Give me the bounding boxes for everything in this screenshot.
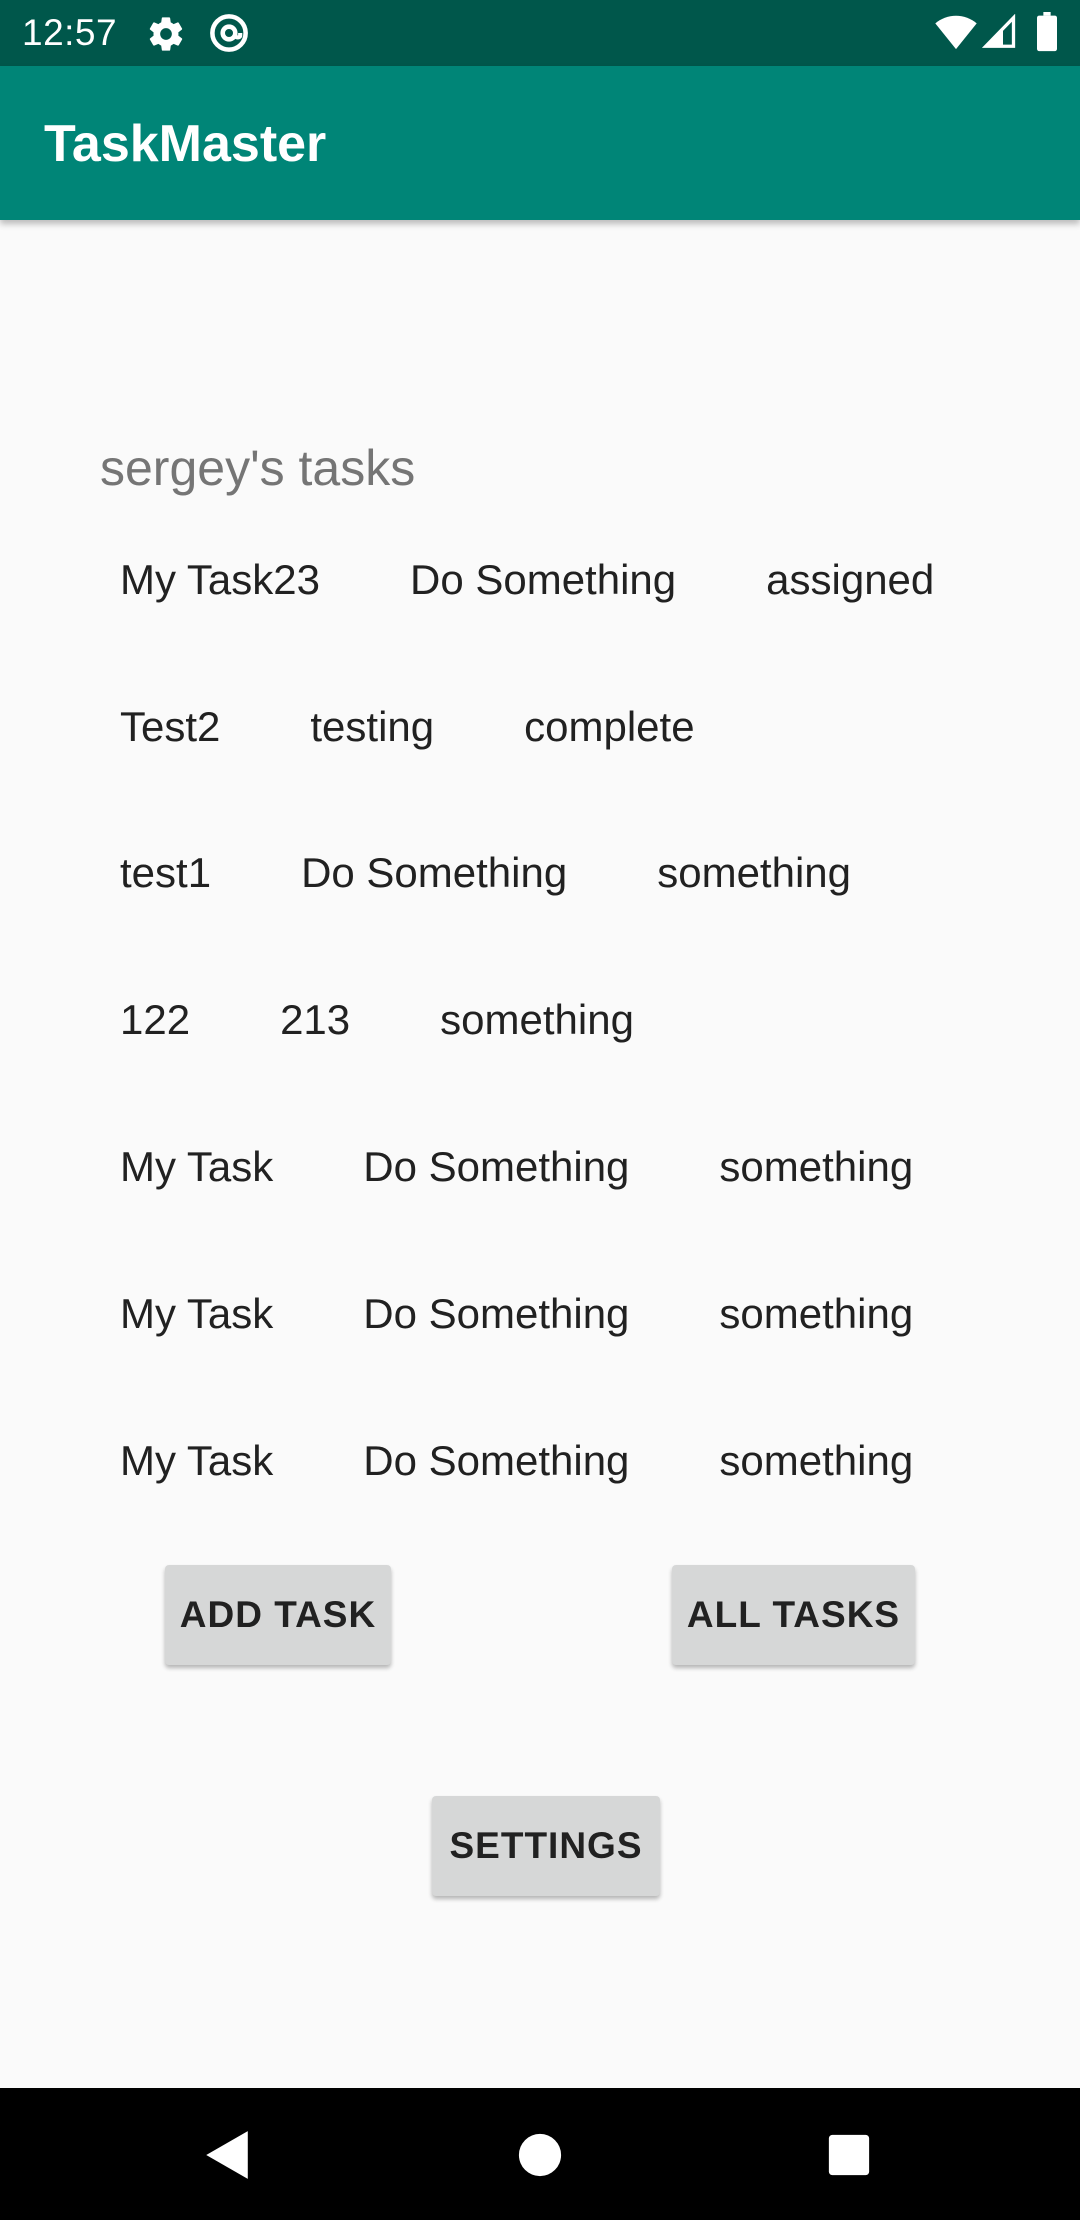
task-state: assigned: [766, 556, 935, 603]
task-row[interactable]: My Task Do Something something: [120, 1137, 913, 1197]
app-bar: TaskMaster: [0, 66, 1080, 220]
back-icon[interactable]: [202, 2128, 252, 2182]
gear-icon: [149, 17, 183, 51]
task-state: something: [719, 1143, 914, 1190]
task-state: something: [719, 1437, 914, 1484]
home-icon[interactable]: [518, 2133, 562, 2177]
wifi-icon: [935, 15, 977, 50]
recents-icon[interactable]: [828, 2134, 870, 2176]
task-body: Do Something: [363, 1437, 630, 1484]
user-tasks-heading: sergey's tasks: [100, 440, 416, 496]
task-title: test1: [120, 849, 212, 896]
task-state: something: [719, 1290, 914, 1337]
task-state: something: [440, 996, 634, 1043]
task-title: 122: [120, 996, 191, 1043]
task-row[interactable]: 122 213 something: [120, 990, 634, 1050]
at-sign-icon: [210, 14, 248, 52]
task-title: My Task23: [120, 556, 320, 603]
task-body: Do Something: [301, 849, 568, 896]
task-body: Do Something: [363, 1143, 630, 1190]
task-body: Do Something: [409, 556, 677, 603]
settings-button[interactable]: SETTINGS: [432, 1796, 660, 1896]
cell-signal-icon: [982, 14, 1016, 48]
task-title: My Task: [120, 1437, 274, 1484]
task-body: Do Something: [363, 1290, 630, 1337]
add-task-button[interactable]: ADD TASK: [165, 1565, 391, 1665]
task-title: Test2: [120, 703, 221, 750]
all-tasks-button[interactable]: ALL TASKS: [672, 1565, 915, 1665]
task-title: My Task: [120, 1143, 274, 1190]
task-state: something: [657, 849, 851, 896]
app-title: TaskMaster: [44, 115, 327, 173]
task-row[interactable]: My Task Do Something something: [120, 1284, 913, 1344]
task-row[interactable]: Test2 testing complete: [120, 697, 695, 757]
task-body: 213: [280, 996, 351, 1043]
battery-icon: [1037, 12, 1057, 52]
status-bar: 12:57: [0, 0, 1080, 66]
task-body: testing: [310, 703, 435, 750]
navigation-bar: [0, 2088, 1080, 2220]
app-screen: 12:57 TaskMaster sergey's tasks My Task2…: [0, 0, 1080, 2220]
task-state: complete: [524, 703, 695, 750]
task-title: My Task: [120, 1290, 274, 1337]
task-row[interactable]: test1 Do Something something: [120, 843, 851, 903]
status-time: 12:57: [22, 12, 118, 53]
task-row[interactable]: My Task Do Something something: [120, 1431, 913, 1491]
task-row[interactable]: My Task23 Do Something assigned: [120, 550, 934, 610]
